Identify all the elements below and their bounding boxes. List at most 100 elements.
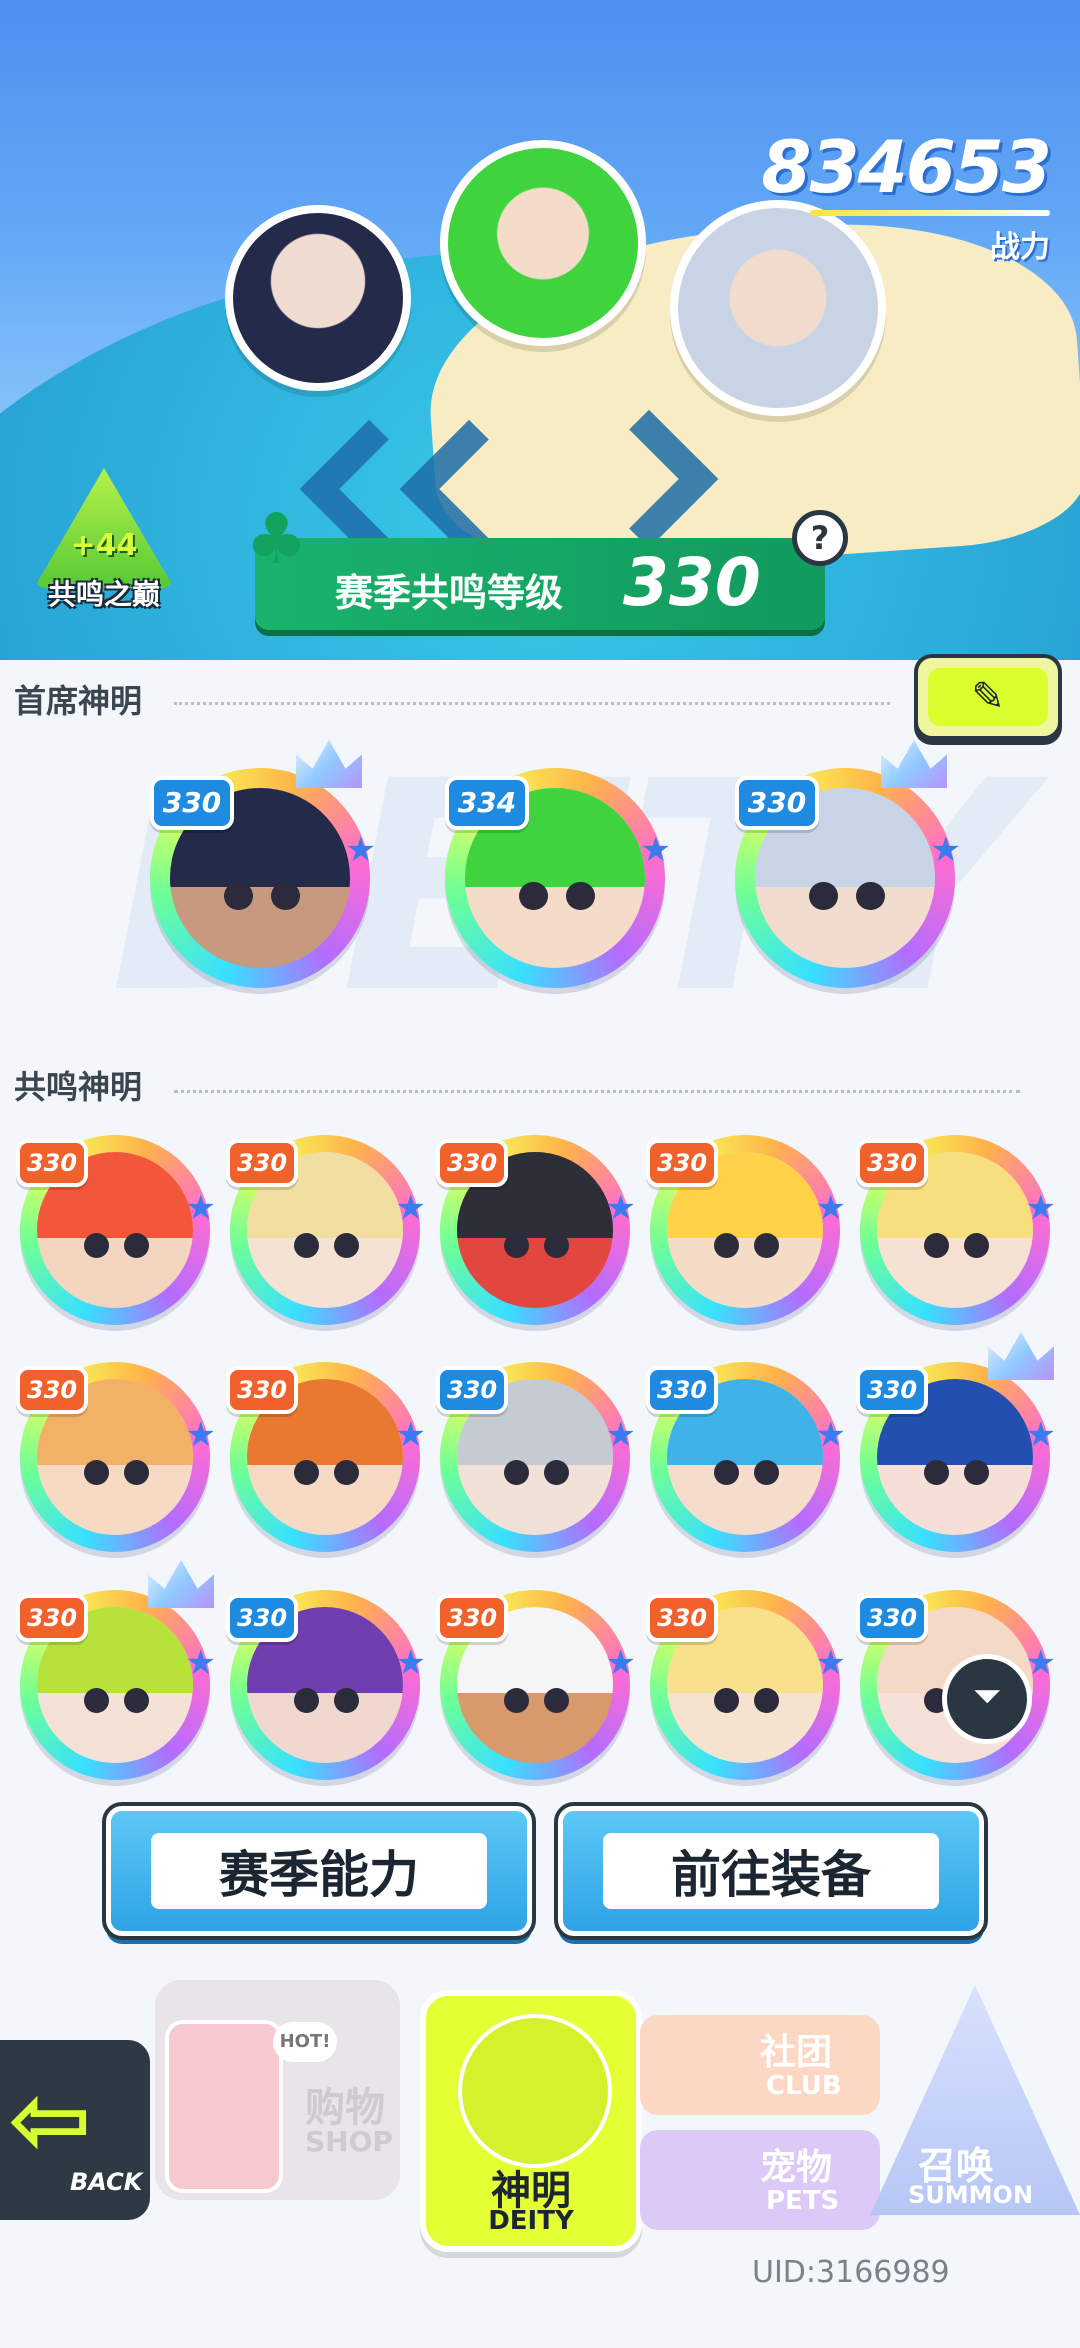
character-eye (923, 1460, 949, 1486)
star-icon: ★ (395, 1643, 426, 1683)
star-icon: ★ (185, 1415, 216, 1455)
peak-name: 共鸣之巅 (47, 578, 160, 611)
leader-portrait[interactable]: 330 ★ (150, 740, 376, 988)
star-icon: ★ (605, 1188, 636, 1228)
deity-portrait[interactable]: 330 ★ (436, 1590, 636, 1780)
deity-portrait[interactable]: 330 ★ (856, 1135, 1056, 1325)
character-eye (754, 1460, 780, 1486)
character-eye (293, 1233, 319, 1259)
pets-label-cn: 宠物 (760, 2147, 833, 2188)
star-icon: ★ (395, 1415, 426, 1455)
summon-nav[interactable]: 召唤 SUMMON (870, 1985, 1080, 2235)
hero-banner: 834653 战力 +44 共鸣之巅 ♣ 赛季共鸣等级 330 ? (0, 0, 1080, 660)
level-badge: 330 (436, 1366, 508, 1414)
deity-portrait[interactable]: 330 ★ (856, 1332, 1056, 1552)
character-eye (293, 1460, 319, 1486)
leader-portrait[interactable]: 330 ★ (735, 740, 961, 988)
deity-portrait[interactable]: 330 ★ (226, 1362, 426, 1552)
star-icon: ★ (605, 1415, 636, 1455)
deity-portrait[interactable]: 330 ★ (436, 1362, 636, 1552)
level-badge: 330 (646, 1366, 718, 1414)
vending-machine-icon (165, 2020, 283, 2193)
character-eye (83, 1460, 109, 1486)
season-ability-button[interactable]: 赛季能力 (102, 1802, 536, 1940)
crown-icon (988, 1332, 1054, 1380)
leader-portrait[interactable]: 334 ★ (445, 768, 671, 988)
character-eye (334, 1688, 360, 1714)
deity-portrait[interactable]: 330 ★ (16, 1362, 216, 1552)
star-icon: ★ (345, 830, 376, 870)
star-icon: ★ (185, 1643, 216, 1683)
deity-portrait[interactable]: 330 ★ (646, 1362, 846, 1552)
level-badge: 330 (16, 1594, 88, 1642)
deity-portrait[interactable]: 330 ★ (16, 1560, 216, 1780)
go-equip-label: 前往装备 (671, 1846, 871, 1904)
character-eye (293, 1688, 319, 1714)
palm-tree-icon: ♣ (245, 498, 308, 580)
divider (174, 1090, 1020, 1093)
deity-portrait[interactable]: 330 ★ (226, 1590, 426, 1780)
team-character-3[interactable] (670, 200, 886, 416)
character-eye (923, 1233, 949, 1259)
character-eye (334, 1233, 360, 1259)
character-eye (503, 1460, 529, 1486)
power-underline (810, 210, 1050, 216)
season-ability-label: 赛季能力 (219, 1846, 419, 1904)
character-eye (544, 1233, 570, 1259)
star-icon: ★ (1025, 1415, 1056, 1455)
star-icon: ★ (640, 830, 671, 870)
character-eye (809, 881, 838, 911)
back-button[interactable]: ⇦ BACK (0, 2040, 150, 2220)
character-eye (855, 881, 885, 911)
star-icon: ★ (605, 1643, 636, 1683)
star-icon: ★ (930, 830, 961, 870)
club-nav[interactable]: 社团 CLUB (640, 2015, 880, 2115)
power-value: 834653 (761, 125, 1052, 209)
level-badge: 330 (856, 1594, 928, 1642)
user-id: UID:3166989 (752, 2255, 950, 2290)
edit-team-button[interactable]: ✎ (914, 654, 1062, 740)
crown-icon (148, 1560, 214, 1608)
character-eye (565, 881, 595, 911)
deity-portrait[interactable]: 330 ★ (226, 1135, 426, 1325)
character-eye (713, 1233, 739, 1259)
season-level-banner: ♣ 赛季共鸣等级 330 (245, 498, 825, 630)
character-eye (124, 1460, 150, 1486)
level-badge: 330 (646, 1594, 718, 1642)
pets-label-en: PETS (766, 2186, 840, 2216)
deity-character-icon (458, 2014, 612, 2168)
back-arrow-icon: ⇦ (8, 2061, 92, 2178)
go-equip-button[interactable]: 前往装备 (554, 1802, 988, 1940)
level-badge: 330 (436, 1594, 508, 1642)
shop-nav[interactable]: HOT! 购物 SHOP (155, 1980, 400, 2200)
deity-portrait[interactable]: 330 ★ (436, 1135, 636, 1325)
character-eye (713, 1460, 739, 1486)
deity-portrait[interactable]: 330 ★ (646, 1590, 846, 1780)
star-icon: ★ (815, 1415, 846, 1455)
filter-icon[interactable]: ⏷ (942, 1654, 1032, 1744)
character-eye (83, 1688, 109, 1714)
character-eye (713, 1688, 739, 1714)
pets-nav[interactable]: 宠物 PETS (640, 2130, 880, 2230)
season-level-label: 赛季共鸣等级 (335, 571, 564, 615)
resonance-section-title: 共鸣神明 (14, 1068, 143, 1106)
question-icon[interactable]: ? (792, 510, 848, 566)
level-badge: 334 (445, 776, 529, 830)
season-level-value: 330 (623, 544, 761, 621)
character-eye (754, 1233, 780, 1259)
deity-portrait[interactable]: 330 ★ (646, 1135, 846, 1325)
peak-badge[interactable]: +44 共鸣之巅 (34, 468, 174, 618)
level-badge: 330 (16, 1139, 88, 1187)
star-icon: ★ (1025, 1643, 1056, 1683)
power-label: 战力 (990, 230, 1050, 265)
deity-portrait[interactable]: 330 ★ (16, 1135, 216, 1325)
character-eye (964, 1460, 990, 1486)
level-badge: 330 (856, 1366, 928, 1414)
team-character-2[interactable] (440, 140, 646, 346)
character-eye (544, 1460, 570, 1486)
deity-label-en: DEITY (488, 2206, 574, 2236)
divider (174, 702, 890, 705)
deity-nav[interactable]: 神明 DEITY (420, 1990, 642, 2252)
team-character-1[interactable] (225, 205, 411, 391)
shop-hot-badge: HOT! (273, 2022, 337, 2062)
